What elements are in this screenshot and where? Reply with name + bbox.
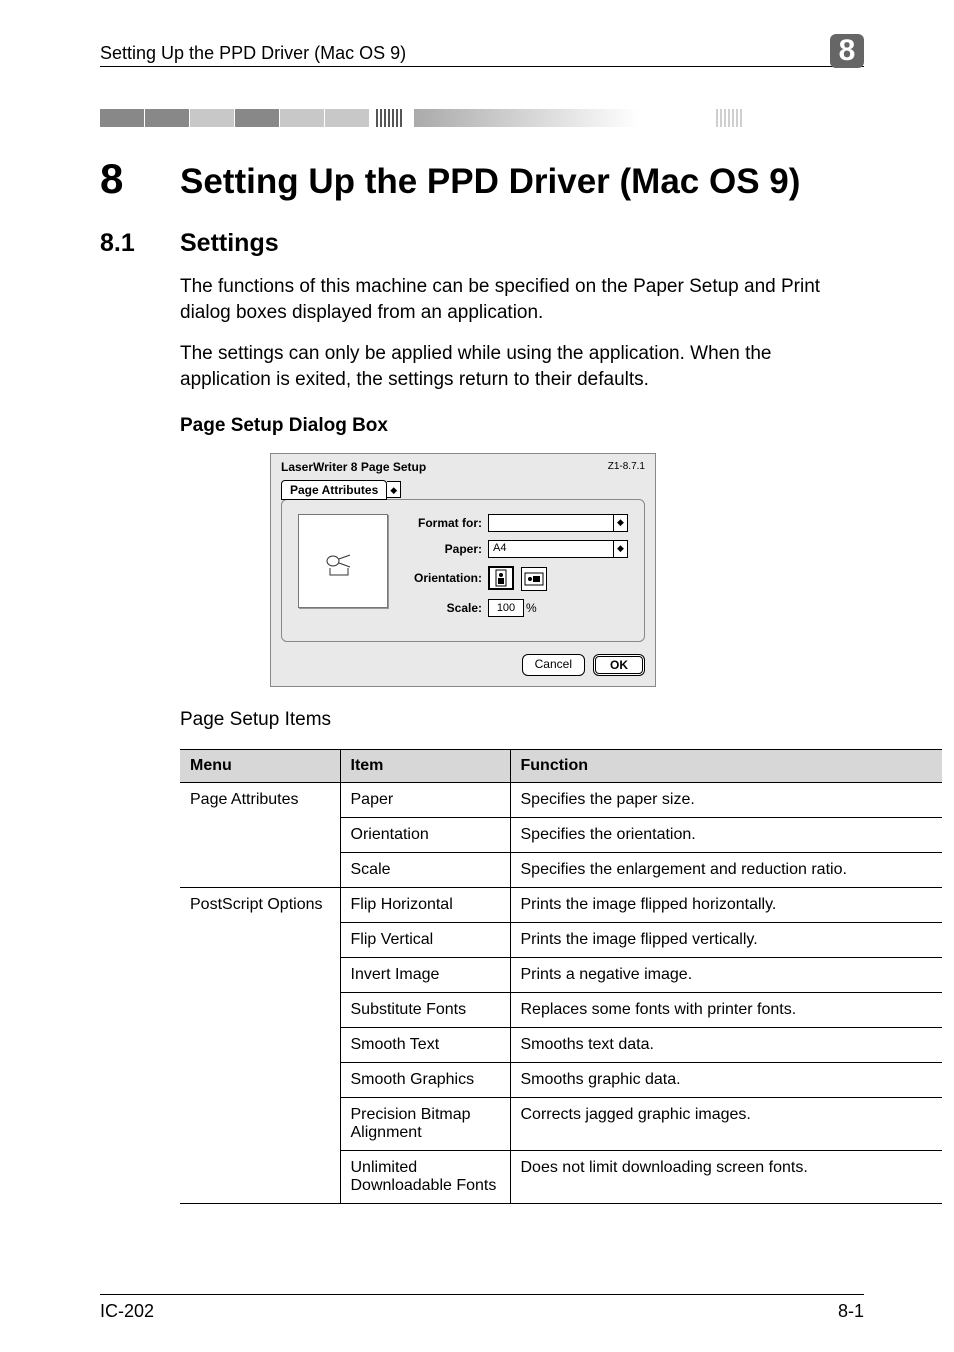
table-row: Orientation Specifies the orientation. [180, 817, 942, 852]
paper-value: A4 [493, 542, 506, 554]
section-title: Settings [180, 229, 279, 258]
running-header: Setting Up the PPD Driver (Mac OS 9) 8 [100, 30, 864, 67]
orientation-landscape-button[interactable] [521, 567, 547, 591]
dialog-version: Z1-8.7.1 [608, 461, 645, 472]
footer-right: 8-1 [838, 1301, 864, 1322]
scale-input[interactable] [488, 599, 524, 617]
table-row: Invert Image Prints a negative image. [180, 957, 942, 992]
page-setup-items-table: Menu Item Function Page Attributes Paper… [180, 749, 942, 1204]
section-number: 8.1 [100, 229, 180, 258]
table-row: PostScript Options Flip Horizontal Print… [180, 887, 942, 922]
footer-left: IC-202 [100, 1301, 154, 1322]
table-row: Precision Bitmap Alignment Corrects jagg… [180, 1097, 942, 1150]
decorative-bar [100, 109, 864, 127]
table-row: Page Attributes Paper Specifies the pape… [180, 782, 942, 817]
paper-label: Paper: [406, 542, 482, 556]
table-row: Unlimited Downloadable Fonts Does not li… [180, 1150, 942, 1203]
orientation-portrait-button[interactable] [488, 566, 514, 590]
table-row: Flip Vertical Prints the image flipped v… [180, 922, 942, 957]
tab-page-attributes[interactable]: Page Attributes [281, 480, 387, 500]
paragraph-1: The functions of this machine can be spe… [180, 274, 864, 325]
col-function: Function [510, 749, 942, 782]
page-preview-icon [298, 514, 388, 608]
section-heading: 8.1 Settings [100, 229, 864, 258]
format-for-label: Format for: [406, 516, 482, 530]
table-caption: Page Setup Items [180, 709, 864, 731]
col-menu: Menu [180, 749, 340, 782]
cancel-button[interactable]: Cancel [522, 654, 585, 676]
col-item: Item [340, 749, 510, 782]
chevron-down-icon: ◆ [613, 515, 627, 531]
chapter-number: 8 [100, 155, 180, 203]
running-head-text: Setting Up the PPD Driver (Mac OS 9) [100, 43, 406, 64]
chapter-title: Setting Up the PPD Driver (Mac OS 9) [180, 162, 800, 202]
scale-label: Scale: [406, 601, 482, 615]
chevron-down-icon: ◆ [613, 541, 627, 557]
page-setup-dialog: LaserWriter 8 Page Setup Z1-8.7.1 Page A… [270, 453, 656, 687]
chapter-badge: 8 [830, 34, 864, 68]
table-row: Smooth Graphics Smooths graphic data. [180, 1062, 942, 1097]
paper-select[interactable]: A4 ◆ [488, 540, 628, 558]
page-footer: IC-202 8-1 [100, 1294, 864, 1322]
format-for-select[interactable]: ◆ [488, 514, 628, 532]
dialog-title: LaserWriter 8 Page Setup [281, 460, 426, 474]
orientation-label: Orientation: [406, 571, 482, 585]
table-row: Scale Specifies the enlargement and redu… [180, 852, 942, 887]
subhead-page-setup: Page Setup Dialog Box [180, 415, 864, 437]
table-row: Smooth Text Smooths text data. [180, 1027, 942, 1062]
scale-unit: % [526, 601, 537, 615]
paragraph-2: The settings can only be applied while u… [180, 341, 864, 392]
ok-button[interactable]: OK [593, 654, 645, 676]
chapter-heading: 8 Setting Up the PPD Driver (Mac OS 9) [100, 155, 864, 203]
table-row: Substitute Fonts Replaces some fonts wit… [180, 992, 942, 1027]
tab-dropdown-caret[interactable]: ◆ [387, 481, 401, 498]
